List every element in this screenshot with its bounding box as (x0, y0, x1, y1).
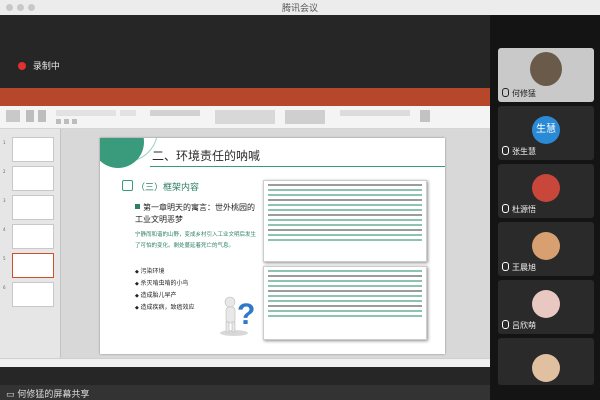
record-icon (18, 62, 26, 70)
italic-icon[interactable] (64, 119, 69, 124)
participant-avatar (532, 174, 560, 202)
bullet-list: 污染环境 杀灭啃虫啃的小鸟 造成胎儿早产 造成疾病，致癌效应 (135, 266, 194, 314)
participant-tile[interactable] (498, 338, 594, 385)
section-subhead: （三）框架内容 (122, 180, 199, 193)
title-divider (150, 166, 445, 167)
bold-icon[interactable] (56, 119, 61, 124)
slide-title: 二、环境责任的呐喊 (152, 149, 261, 163)
slide-thumbnails: 1 2 3 4 5 6 (0, 129, 61, 366)
paragraph-tools[interactable] (150, 110, 200, 116)
bullet-item: 杀灭啃虫啃的小鸟 (135, 278, 194, 290)
slide-thumbnail[interactable]: 2 (3, 166, 54, 191)
shared-screen: 录制中 文件 开始 插入 设计 切换 动画 放映 审阅 视图 (0, 15, 490, 385)
find-icon[interactable] (420, 110, 430, 122)
participant-name: 王晨旭 (512, 263, 536, 272)
text-excerpt-box[interactable] (263, 266, 427, 340)
ppt-ribbon (0, 106, 490, 129)
participant-video (530, 52, 562, 86)
quick-styles[interactable] (285, 110, 325, 124)
slide-thumbnail[interactable]: 3 (3, 195, 54, 220)
participant-tile[interactable]: 生慧 张生慧 (498, 106, 594, 160)
svg-text:?: ? (237, 298, 255, 331)
participant-name: 吕欣萌 (512, 321, 536, 330)
bullet-item: 造成胎儿早产 (135, 290, 194, 302)
ppt-statusbar (0, 358, 490, 367)
mic-icon (502, 88, 509, 97)
participant-name: 何修猛 (512, 89, 536, 98)
paste-icon[interactable] (6, 110, 20, 122)
participant-avatar (532, 232, 560, 260)
recording-label: 录制中 (32, 62, 60, 72)
list-icon (122, 180, 133, 191)
drawing-shapes[interactable] (215, 110, 275, 124)
copy-icon[interactable] (38, 110, 46, 122)
recording-indicator[interactable]: 录制中 (18, 59, 60, 72)
share-status-bar: ▭ 何修猛的屏幕共享 (0, 385, 490, 400)
participant-name: 杜源悟 (512, 205, 536, 214)
mic-icon (502, 146, 509, 155)
screen-share-icon: ▭ (6, 390, 18, 400)
decor-circle (100, 138, 144, 168)
screen-share-label: ▭ 何修猛的屏幕共享 (6, 390, 90, 400)
question-mark-figure-icon: ? (220, 296, 255, 336)
bullet-item: 污染环境 (135, 266, 194, 278)
bullet-item: 造成疾病，致癌效应 (135, 302, 194, 314)
mic-icon (502, 320, 509, 329)
chapter-title: 第一章明天的寓言：世外桃园的工业文明恶梦 (135, 203, 255, 224)
ppt-ribbon-tabs: 文件 开始 插入 设计 切换 动画 放映 审阅 视图 (0, 98, 490, 116)
window-title: 腾讯会议 (281, 4, 318, 14)
participant-sidebar: 何修猛 生慧 张生慧 杜源悟 王晨旭 吕欣萌 (490, 15, 600, 400)
participant-tile[interactable]: 王晨旭 (498, 222, 594, 276)
slide-thumbnail[interactable]: 1 (3, 137, 54, 162)
slide-thumbnail-active[interactable]: 5 (3, 253, 54, 278)
mic-icon (502, 262, 509, 271)
participant-avatar: 生慧 (532, 116, 560, 144)
slide-canvas[interactable]: 二、环境责任的呐喊 （三）框架内容 第一章明天的寓言：世外桃园的工业文明恶梦 宁… (100, 138, 445, 354)
window-titlebar: 腾讯会议 (0, 0, 600, 16)
square-bullet-icon (135, 204, 140, 209)
font-name-select[interactable] (56, 110, 116, 116)
slide-thumbnail[interactable]: 6 (3, 282, 54, 307)
search-box[interactable] (340, 110, 410, 116)
ppt-titlebar (0, 88, 490, 98)
slide-thumbnail[interactable]: 4 (3, 224, 54, 249)
participant-tile[interactable]: 吕欣萌 (498, 280, 594, 334)
participant-avatar (532, 354, 560, 382)
text-excerpt-box[interactable] (263, 180, 427, 262)
font-size-select[interactable] (120, 110, 136, 116)
chapter-description: 宁静而和谐的山野，变成乡村引入工业文明后发生了可怕的变化。剩处蔓延着死亡的气息。 (135, 232, 257, 249)
participant-name: 张生慧 (512, 147, 536, 156)
participant-avatar (532, 290, 560, 318)
mic-icon (502, 204, 509, 213)
powerpoint-window: 文件 开始 插入 设计 切换 动画 放映 审阅 视图 1 (0, 88, 490, 367)
participant-tile[interactable]: 杜源悟 (498, 164, 594, 218)
participant-tile[interactable]: 何修猛 (498, 48, 594, 102)
underline-icon[interactable] (72, 119, 77, 124)
cut-icon[interactable] (26, 110, 34, 122)
